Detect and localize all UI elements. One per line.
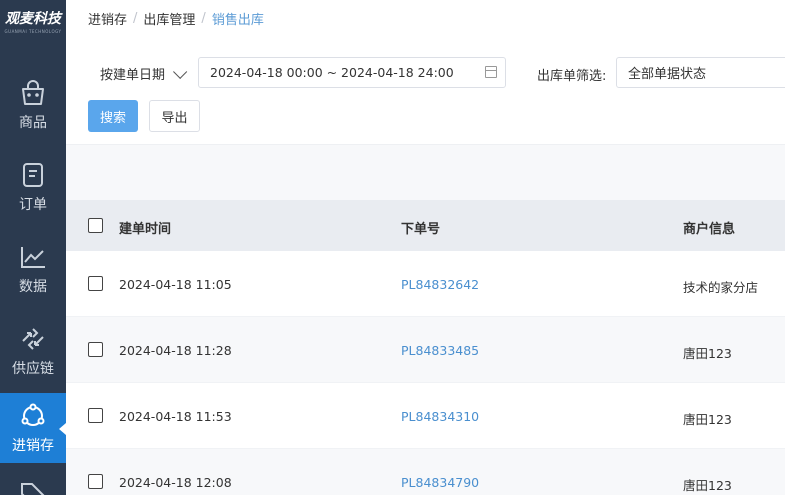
row-checkbox[interactable] [88,474,103,489]
row-checkbox[interactable] [88,276,103,291]
table-row[interactable]: 2024-04-18 11:28 PL84833485 唐田123 [66,317,785,383]
export-button[interactable]: 导出 [149,100,200,132]
table-row[interactable]: 2024-04-18 11:05 PL84832642 技术的家分店 [66,251,785,317]
logo-text: 观麦科技 [5,11,61,27]
sidebar-item-supply-chain[interactable]: 供应链 [0,316,66,386]
merchant-name: 唐田123 [683,478,732,493]
basket-icon [22,80,44,105]
order-link[interactable]: PL84834310 [401,409,479,424]
brand-logo[interactable]: 观麦科技 GUANMAI TECHNOLOGY [0,0,66,42]
status-filter-select[interactable]: 全部单据状态 [616,57,785,88]
sidebar-item-label: 供应链 [12,361,54,377]
search-button[interactable]: 搜索 [88,100,138,132]
sidebar-item-label: 订单 [19,197,47,213]
created-time: 2024-04-18 11:53 [119,409,232,424]
swap-arrows-icon [22,328,44,350]
order-link[interactable]: PL84832642 [401,277,479,292]
created-time: 2024-04-18 11:05 [119,277,232,292]
toolbar-band [66,144,785,200]
order-link[interactable]: PL84833485 [401,343,479,358]
breadcrumb: 进销存 / 出库管理 / 销售出库 [88,9,264,28]
breadcrumb-separator: / [133,11,138,26]
table-header: 建单时间 下单号 商户信息 [66,200,785,251]
breadcrumb-item-inventory[interactable]: 进销存 [88,9,127,28]
order-doc-icon [23,163,43,187]
date-type-label: 按建单日期 [100,68,166,83]
created-time: 2024-04-18 12:08 [119,475,232,490]
calendar-icon [485,66,497,78]
breadcrumb-item-outbound[interactable]: 出库管理 [143,9,195,28]
date-range-value: 2024-04-18 00:00 ~ 2024-04-18 24:00 [210,65,454,80]
tag-icon[interactable] [18,480,48,495]
select-all-checkbox[interactable] [88,218,103,233]
created-time: 2024-04-18 11:28 [119,343,232,358]
merchant-name: 唐田123 [683,346,732,361]
status-filter-value: 全部单据状态 [628,67,707,82]
merchant-name: 技术的家分店 [683,280,759,295]
date-type-select[interactable]: 按建单日期 [100,64,188,83]
sidebar-item-inventory[interactable]: 进销存 [0,393,66,463]
breadcrumb-separator: / [201,11,206,26]
chart-line-icon [21,247,45,268]
row-checkbox[interactable] [88,342,103,357]
sidebar: 观麦科技 GUANMAI TECHNOLOGY 商品 订单 数据 供应链 进销存 [0,0,66,495]
sidebar-item-label: 进销存 [12,438,54,454]
sidebar-item-products[interactable]: 商品 [0,70,66,140]
column-header-merchant[interactable]: 商户信息 [683,218,735,237]
table-row[interactable]: 2024-04-18 11:53 PL84834310 唐田123 [66,383,785,449]
breadcrumb-item-sales-outbound: 销售出库 [211,13,264,28]
merchant-name: 唐田123 [683,412,732,427]
row-checkbox[interactable] [88,408,103,423]
sidebar-item-data[interactable]: 数据 [0,234,66,304]
sidebar-item-label: 商品 [19,115,47,131]
sidebar-item-orders[interactable]: 订单 [0,152,66,222]
table-row[interactable]: 2024-04-18 12:08 PL84834790 唐田123 [66,449,785,495]
sidebar-item-label: 数据 [19,279,47,295]
column-header-order-no[interactable]: 下单号 [401,218,440,237]
status-filter-label: 出库单筛选: [537,69,607,84]
chevron-down-icon [173,64,188,79]
logo-subtext: GUANMAI TECHNOLOGY [4,29,62,34]
column-header-created-time[interactable]: 建单时间 [119,218,171,237]
active-indicator [59,423,66,435]
share-cycle-icon [21,403,45,426]
date-range-picker[interactable]: 2024-04-18 00:00 ~ 2024-04-18 24:00 [198,57,506,88]
order-link[interactable]: PL84834790 [401,475,479,490]
